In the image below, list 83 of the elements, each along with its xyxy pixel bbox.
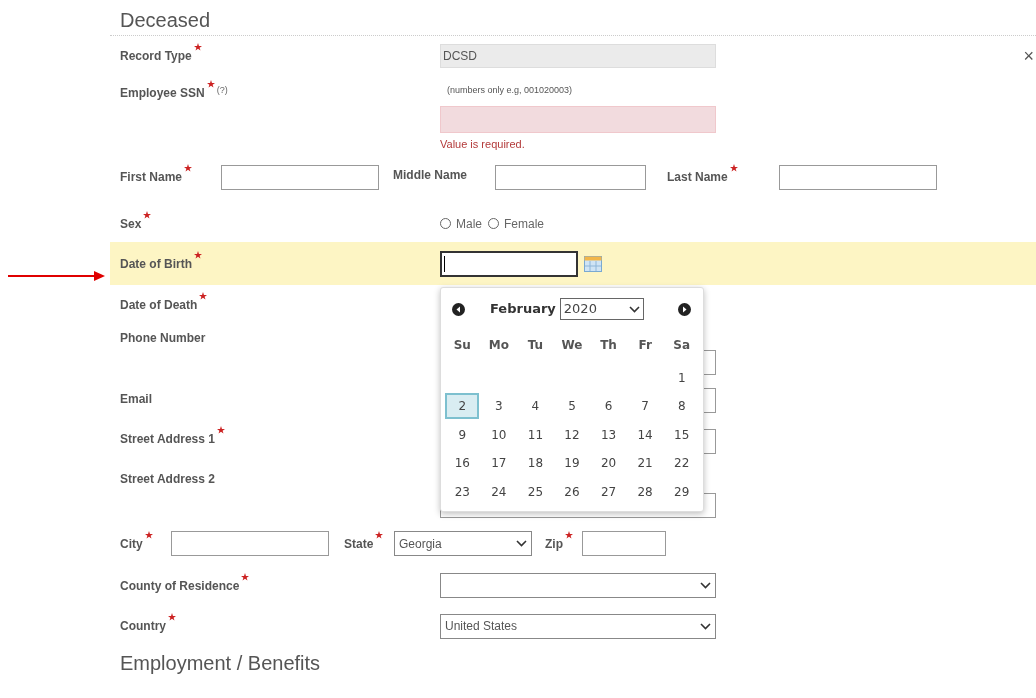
calendar-day[interactable]: 25 bbox=[518, 478, 553, 505]
radio-button[interactable] bbox=[488, 218, 499, 229]
calendar-day[interactable]: 17 bbox=[481, 450, 516, 477]
first-name-input[interactable] bbox=[221, 165, 379, 190]
calendar-day[interactable]: 4 bbox=[518, 393, 553, 420]
calendar-day[interactable]: 1 bbox=[664, 365, 699, 391]
weekday-label: Fr bbox=[637, 337, 653, 354]
year-select[interactable]: 2020 bbox=[559, 298, 644, 320]
weekday-label: Mo bbox=[487, 337, 510, 354]
chevron-down-icon bbox=[628, 305, 640, 313]
calendar-day[interactable]: 23 bbox=[445, 478, 480, 505]
calendar-day[interactable]: 22 bbox=[664, 450, 699, 477]
calendar-icon[interactable] bbox=[584, 255, 602, 272]
calendar-day[interactable]: 11 bbox=[518, 421, 553, 448]
error-message: Value is required. bbox=[440, 137, 526, 152]
section-title: Employment / Benefits bbox=[120, 652, 321, 674]
select-field[interactable]: Georgia bbox=[394, 531, 532, 556]
middle-name-input[interactable] bbox=[495, 165, 646, 190]
input-field[interactable] bbox=[582, 531, 666, 556]
radio-button[interactable] bbox=[440, 218, 451, 229]
field-label: Street Address 2 bbox=[120, 471, 215, 488]
calendar-day[interactable]: 12 bbox=[555, 421, 589, 448]
calendar-day[interactable]: 2 bbox=[445, 393, 480, 420]
month-label: February bbox=[490, 300, 556, 319]
previous-month-icon[interactable] bbox=[452, 302, 465, 316]
record-type-field: DCSD bbox=[440, 44, 716, 68]
chevron-down-icon bbox=[700, 582, 711, 589]
weekday-label: Th bbox=[599, 337, 618, 354]
date-input[interactable] bbox=[440, 250, 578, 277]
help-link[interactable]: (?) bbox=[216, 84, 228, 98]
radio-label: Male bbox=[456, 215, 482, 233]
field-label: Date of Death bbox=[120, 296, 198, 314]
calendar-day[interactable]: 21 bbox=[628, 450, 663, 477]
close-icon[interactable]: × bbox=[1023, 47, 1034, 65]
field-label: Country bbox=[120, 618, 166, 635]
calendar-day[interactable]: 28 bbox=[628, 478, 663, 505]
field-label: Sex bbox=[120, 215, 142, 233]
chevron-down-icon bbox=[516, 540, 527, 547]
weekday-label: Su bbox=[452, 337, 472, 354]
next-month-icon[interactable] bbox=[678, 302, 691, 316]
hint-text: (numbers only e.g, 001020003) bbox=[446, 84, 574, 97]
calendar-day[interactable]: 3 bbox=[481, 393, 516, 420]
calendar-day[interactable]: 20 bbox=[591, 450, 626, 477]
field-label: Middle Name bbox=[393, 167, 467, 184]
calendar-day[interactable]: 24 bbox=[481, 478, 516, 505]
calendar-day[interactable]: 16 bbox=[445, 450, 480, 477]
calendar-day[interactable]: 6 bbox=[591, 393, 626, 420]
calendar-day[interactable]: 5 bbox=[555, 393, 589, 420]
field-label: State bbox=[344, 535, 374, 553]
calendar-day[interactable]: 7 bbox=[628, 393, 663, 420]
calendar-day[interactable]: 27 bbox=[591, 478, 626, 505]
calendar-day[interactable]: 18 bbox=[518, 450, 553, 477]
weekday-label: Sa bbox=[672, 337, 692, 354]
field-label: Last Name bbox=[667, 169, 728, 186]
last-name-input[interactable] bbox=[779, 165, 937, 190]
field-label: Date of Birth bbox=[120, 255, 192, 273]
radio-label: Female bbox=[504, 215, 545, 233]
select-field[interactable]: United States bbox=[440, 613, 716, 639]
section-title: Deceased bbox=[120, 9, 211, 31]
field-label: Employee SSN bbox=[120, 85, 205, 102]
field-label: Phone Number bbox=[120, 330, 206, 347]
calendar-day[interactable]: 13 bbox=[591, 421, 626, 448]
weekday-label: Tu bbox=[526, 337, 545, 354]
field-label: Street Address 1 bbox=[120, 431, 215, 448]
calendar-day[interactable]: 15 bbox=[664, 421, 699, 448]
calendar-day[interactable]: 8 bbox=[664, 393, 699, 420]
field-label: First Name bbox=[120, 169, 183, 186]
ssn-input[interactable] bbox=[440, 106, 716, 133]
field-label: City bbox=[120, 535, 143, 553]
calendar-day[interactable]: 26 bbox=[555, 478, 589, 505]
calendar-day[interactable]: 9 bbox=[445, 421, 480, 448]
calendar-day[interactable]: 14 bbox=[628, 421, 663, 448]
calendar-day[interactable]: 19 bbox=[555, 450, 589, 477]
select-field[interactable] bbox=[440, 573, 716, 598]
chevron-down-icon bbox=[700, 622, 711, 630]
calendar-day[interactable]: 29 bbox=[664, 478, 699, 505]
field-label: Zip bbox=[545, 535, 563, 553]
field-label: County of Residence bbox=[120, 577, 240, 595]
field-label: Email bbox=[120, 391, 152, 408]
calendar-day[interactable]: 10 bbox=[481, 421, 516, 448]
weekday-label: We bbox=[560, 337, 584, 354]
input-field[interactable] bbox=[171, 531, 329, 556]
field-label: Record Type bbox=[120, 48, 192, 65]
